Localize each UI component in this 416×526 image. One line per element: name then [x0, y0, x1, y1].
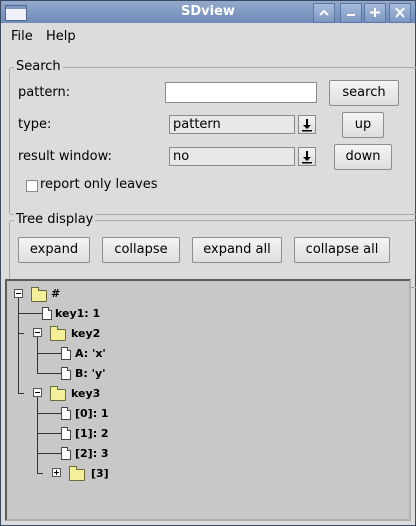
tree-node-label[interactable]: key1: 1	[55, 307, 100, 320]
menu-file[interactable]: File	[11, 29, 33, 44]
title-up-icon[interactable]	[313, 3, 335, 23]
search-legend: Search	[14, 59, 63, 74]
tree-display-legend: Tree display	[14, 212, 96, 227]
document-icon	[61, 447, 71, 460]
tree-node-label[interactable]: key2	[71, 327, 100, 340]
title-bar: SDview	[1, 1, 415, 23]
menu-help[interactable]: Help	[46, 29, 76, 44]
collapse-button[interactable]: collapse	[102, 237, 180, 263]
collapse-all-button[interactable]: collapse all	[294, 237, 390, 263]
app-window: SDview File Help Search pattern: search …	[0, 0, 416, 526]
dropdown-arrow-icon[interactable]	[298, 147, 316, 166]
folder-icon	[50, 386, 66, 401]
tree-view[interactable]: # key1: 1 key2 A: 'x' B: 'y' key3 [0]: 1…	[5, 279, 411, 521]
document-icon	[61, 347, 71, 360]
expander-minus-icon[interactable]	[33, 328, 42, 337]
close-icon[interactable]	[389, 3, 411, 23]
up-button[interactable]: up	[342, 112, 384, 138]
pattern-label: pattern:	[18, 85, 71, 100]
tree-node-label[interactable]: A: 'x'	[75, 347, 106, 360]
pattern-input[interactable]	[165, 82, 317, 103]
document-icon	[42, 307, 52, 320]
document-icon	[61, 367, 71, 380]
down-button[interactable]: down	[334, 144, 392, 170]
tree-node-label[interactable]: [2]: 3	[75, 447, 109, 460]
dropdown-arrow-icon[interactable]	[298, 115, 316, 134]
result-window-label: result window:	[18, 149, 112, 164]
report-only-leaves-checkbox[interactable]	[26, 180, 38, 192]
tree-node-label[interactable]: [1]: 2	[75, 427, 109, 440]
folder-icon	[50, 326, 66, 341]
tree-node-label[interactable]: key3	[71, 387, 100, 400]
search-button[interactable]: search	[329, 80, 399, 106]
folder-icon	[69, 466, 85, 481]
expander-minus-icon[interactable]	[14, 289, 23, 298]
minimize-icon[interactable]	[340, 3, 362, 23]
folder-icon	[31, 287, 47, 302]
report-only-leaves-label: report only leaves	[40, 177, 158, 192]
document-icon	[61, 427, 71, 440]
menu-bar: File Help	[1, 24, 415, 48]
tree-node-label[interactable]: [3]	[91, 467, 109, 480]
expand-all-button[interactable]: expand all	[192, 237, 282, 263]
tree-node-label[interactable]: [0]: 1	[75, 407, 109, 420]
tree-node-label[interactable]: #	[51, 287, 60, 300]
expand-button[interactable]: expand	[18, 237, 90, 263]
type-label: type:	[18, 117, 52, 132]
document-icon	[61, 407, 71, 420]
type-select[interactable]: pattern	[169, 115, 295, 134]
tree-node-label[interactable]: B: 'y'	[75, 367, 106, 380]
result-window-select[interactable]: no	[169, 147, 295, 166]
expander-plus-icon[interactable]	[52, 468, 61, 477]
maximize-icon[interactable]	[364, 3, 386, 23]
expander-minus-icon[interactable]	[33, 388, 42, 397]
